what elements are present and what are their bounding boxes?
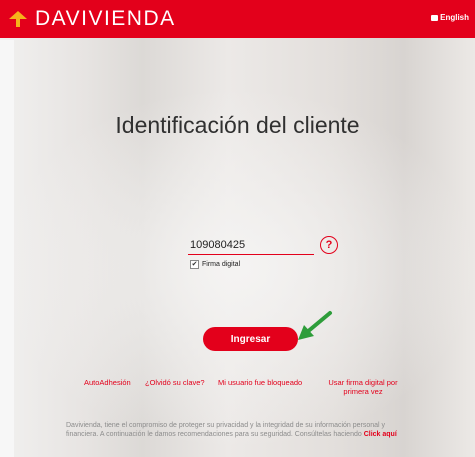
click-here-link[interactable]: Click aquí <box>364 431 397 438</box>
firma-digital-checkbox[interactable]: ✔ <box>190 260 199 269</box>
security-notice: Davivienda, tiene el compromiso de prote… <box>66 421 411 439</box>
blocked-user-link[interactable]: Mi usuario fue bloqueado <box>218 378 302 387</box>
help-icon[interactable]: ? <box>320 236 338 254</box>
user-id-input[interactable] <box>188 236 314 255</box>
arrow-icon <box>298 311 332 340</box>
logo-icon <box>9 11 27 27</box>
autoadhesion-link[interactable]: AutoAdhesión <box>84 378 131 387</box>
header-bar: DAVIVIENDA English <box>0 0 475 38</box>
firma-digital-row[interactable]: ✔ Firma digital <box>190 260 240 269</box>
firma-link-line2: primera vez <box>343 387 383 396</box>
brand-logo-text: DAVIVIENDA <box>35 7 176 30</box>
firma-digital-label: Firma digital <box>202 261 241 268</box>
language-link[interactable]: English <box>431 13 469 22</box>
security-notice-text: Davivienda, tiene el compromiso de prote… <box>66 422 386 438</box>
language-label: English <box>440 13 469 22</box>
flag-icon <box>431 14 439 21</box>
ingresar-button[interactable]: Ingresar <box>203 327 298 351</box>
left-panel-edge <box>0 40 14 457</box>
firma-link-line1: Usar firma digital por <box>328 378 398 387</box>
page-title: Identificación del cliente <box>115 112 360 138</box>
firma-digital-first-time-link[interactable]: Usar firma digital por primera vez <box>323 378 403 396</box>
forgot-password-link[interactable]: ¿Olvidó su clave? <box>145 378 205 387</box>
